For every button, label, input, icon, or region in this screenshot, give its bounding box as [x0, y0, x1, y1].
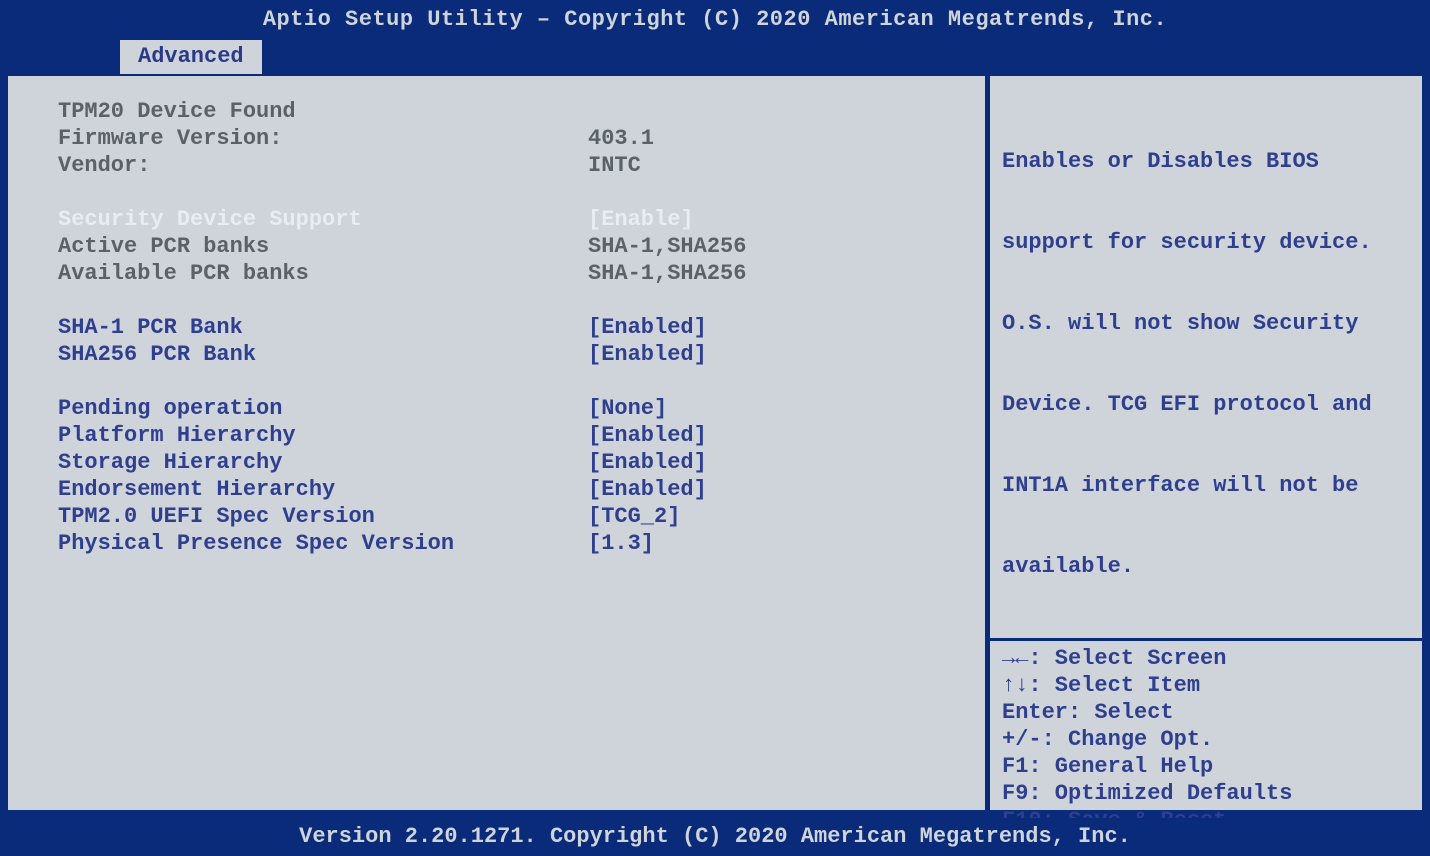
- firmware-version-row: Firmware Version: 403.1: [58, 125, 955, 152]
- separator: [990, 638, 1422, 641]
- pending-operation-value: [None]: [588, 395, 955, 422]
- help-line: INT1A interface will not be: [1002, 472, 1414, 499]
- active-pcr-row: Active PCR banks SHA-1,SHA256: [58, 233, 955, 260]
- sha1-bank-row[interactable]: SHA-1 PCR Bank [Enabled]: [58, 314, 955, 341]
- help-line: available.: [1002, 553, 1414, 580]
- tpm-spec-version-value: [TCG_2]: [588, 503, 955, 530]
- vendor-label: Vendor:: [58, 152, 588, 179]
- security-device-support-label: Security Device Support: [58, 206, 588, 233]
- tpm-spec-version-label: TPM2.0 UEFI Spec Version: [58, 503, 588, 530]
- bios-setup-screen: Aptio Setup Utility – Copyright (C) 2020…: [0, 0, 1430, 856]
- main-area: TPM20 Device Found Firmware Version: 403…: [0, 74, 1430, 818]
- sha256-bank-label: SHA256 PCR Bank: [58, 341, 588, 368]
- available-pcr-row: Available PCR banks SHA-1,SHA256: [58, 260, 955, 287]
- endorsement-hierarchy-row[interactable]: Endorsement Hierarchy [Enabled]: [58, 476, 955, 503]
- footer-bar: Version 2.20.1271. Copyright (C) 2020 Am…: [0, 818, 1430, 856]
- sha256-bank-row[interactable]: SHA256 PCR Bank [Enabled]: [58, 341, 955, 368]
- tab-row: Advanced: [0, 40, 1430, 74]
- hint-select-screen: →←: Select Screen: [1002, 645, 1414, 672]
- active-pcr-label: Active PCR banks: [58, 233, 588, 260]
- tab-label: Advanced: [138, 44, 244, 69]
- tpm-found-row: TPM20 Device Found: [58, 98, 955, 125]
- pending-operation-row[interactable]: Pending operation [None]: [58, 395, 955, 422]
- firmware-version-label: Firmware Version:: [58, 125, 588, 152]
- help-pane: Enables or Disables BIOS support for sec…: [990, 76, 1422, 810]
- storage-hierarchy-row[interactable]: Storage Hierarchy [Enabled]: [58, 449, 955, 476]
- title-text: Aptio Setup Utility – Copyright (C) 2020…: [263, 7, 1167, 32]
- storage-hierarchy-label: Storage Hierarchy: [58, 449, 588, 476]
- vendor-value: INTC: [588, 152, 955, 179]
- available-pcr-label: Available PCR banks: [58, 260, 588, 287]
- platform-hierarchy-value: [Enabled]: [588, 422, 955, 449]
- help-line: Enables or Disables BIOS: [1002, 148, 1414, 175]
- hint-enter: Enter: Select: [1002, 699, 1414, 726]
- vendor-row: Vendor: INTC: [58, 152, 955, 179]
- physical-presence-label: Physical Presence Spec Version: [58, 530, 588, 557]
- pending-operation-label: Pending operation: [58, 395, 588, 422]
- available-pcr-value: SHA-1,SHA256: [588, 260, 955, 287]
- sha1-bank-value: [Enabled]: [588, 314, 955, 341]
- security-device-support-value: [Enable]: [588, 206, 955, 233]
- hint-change-opt: +/-: Change Opt.: [1002, 726, 1414, 753]
- firmware-version-value: 403.1: [588, 125, 955, 152]
- endorsement-hierarchy-label: Endorsement Hierarchy: [58, 476, 588, 503]
- tab-advanced[interactable]: Advanced: [120, 40, 262, 74]
- platform-hierarchy-row[interactable]: Platform Hierarchy [Enabled]: [58, 422, 955, 449]
- security-device-support-row[interactable]: Security Device Support [Enable]: [58, 206, 955, 233]
- title-bar: Aptio Setup Utility – Copyright (C) 2020…: [0, 0, 1430, 40]
- physical-presence-value: [1.3]: [588, 530, 955, 557]
- hint-select-item: ↑↓: Select Item: [1002, 672, 1414, 699]
- settings-pane: TPM20 Device Found Firmware Version: 403…: [8, 76, 990, 810]
- hint-general-help: F1: General Help: [1002, 753, 1414, 780]
- physical-presence-row[interactable]: Physical Presence Spec Version [1.3]: [58, 530, 955, 557]
- tpm-found-label: TPM20 Device Found: [58, 98, 588, 125]
- platform-hierarchy-label: Platform Hierarchy: [58, 422, 588, 449]
- hint-optimized-defaults: F9: Optimized Defaults: [1002, 780, 1414, 807]
- active-pcr-value: SHA-1,SHA256: [588, 233, 955, 260]
- help-text: Enables or Disables BIOS support for sec…: [1002, 94, 1414, 634]
- sha1-bank-label: SHA-1 PCR Bank: [58, 314, 588, 341]
- endorsement-hierarchy-value: [Enabled]: [588, 476, 955, 503]
- help-line: O.S. will not show Security: [1002, 310, 1414, 337]
- help-line: Device. TCG EFI protocol and: [1002, 391, 1414, 418]
- help-line: support for security device.: [1002, 229, 1414, 256]
- tpm-spec-version-row[interactable]: TPM2.0 UEFI Spec Version [TCG_2]: [58, 503, 955, 530]
- sha256-bank-value: [Enabled]: [588, 341, 955, 368]
- storage-hierarchy-value: [Enabled]: [588, 449, 955, 476]
- footer-text: Version 2.20.1271. Copyright (C) 2020 Am…: [299, 824, 1131, 849]
